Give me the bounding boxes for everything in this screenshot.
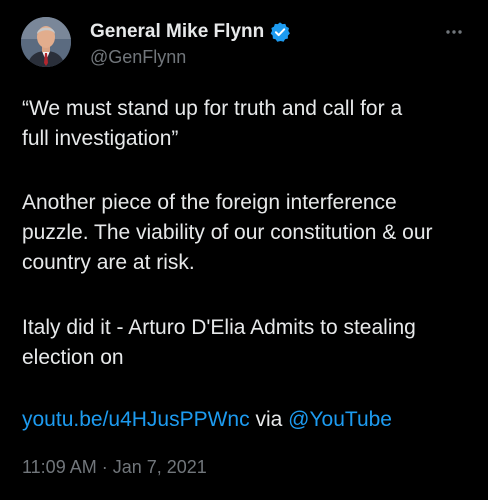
profile-photo: [21, 17, 71, 67]
avatar[interactable]: [21, 17, 71, 67]
more-options-icon[interactable]: [442, 20, 466, 44]
author-display-name[interactable]: General Mike Flynn: [90, 21, 264, 43]
tweet-card: General Mike Flynn @GenFlynn “We must st…: [0, 0, 488, 500]
tweet-timestamp[interactable]: 11:09 AM · Jan 7, 2021: [22, 457, 207, 478]
youtube-link[interactable]: youtu.be/u4HJusPPWnc: [22, 408, 250, 431]
verified-badge-icon: [269, 21, 291, 43]
tweet-paragraph-3: Italy did it - Arturo D'Elia Admits to s…: [22, 316, 416, 369]
via-text: via: [249, 408, 289, 431]
youtube-mention-link[interactable]: @YouTube: [288, 408, 392, 431]
tweet-paragraph-1: “We must stand up for truth and call for…: [22, 97, 403, 150]
author-handle[interactable]: @GenFlynn: [90, 47, 186, 68]
tweet-link-line: youtu.be/u4HJusPPWnc via @YouTube: [22, 405, 392, 435]
tweet-paragraph-2: Another piece of the foreign interferenc…: [22, 191, 433, 274]
author-name-row[interactable]: General Mike Flynn: [90, 20, 291, 44]
